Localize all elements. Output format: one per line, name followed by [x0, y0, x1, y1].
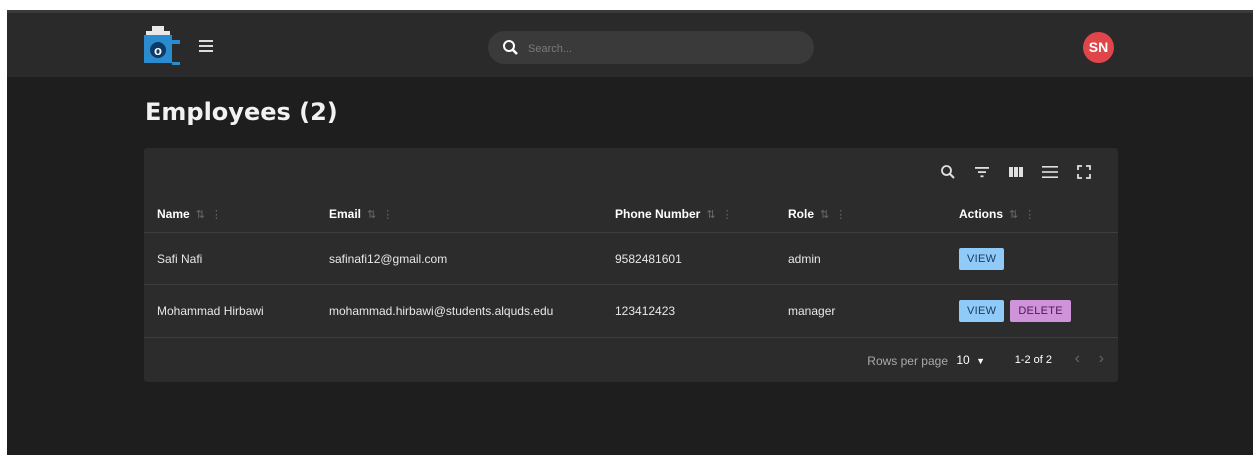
table-toolbar [938, 161, 1094, 183]
column-menu-icon[interactable]: ⋮ [382, 209, 393, 221]
density-button[interactable] [1040, 162, 1060, 182]
hamburger-menu-icon[interactable] [197, 38, 219, 54]
cell-phone: 9582481601 [602, 232, 775, 285]
top-app-bar: o SN [7, 13, 1253, 77]
pagination-range: 1-2 of 2 [1014, 354, 1052, 366]
view-button[interactable]: VIEW [959, 299, 1005, 322]
filter-icon [975, 167, 989, 178]
logo-icon: o [144, 26, 180, 65]
column-header-role[interactable]: Role ⇅ ⋮ [775, 196, 946, 233]
columns-icon [1009, 167, 1023, 177]
sort-icon[interactable]: ⇅ [706, 209, 715, 221]
view-button[interactable]: VIEW [959, 247, 1005, 270]
table-header-row: Name ⇅ ⋮ Email ⇅ ⋮ Phone Number ⇅ ⋮ Role ⇅ ⋮ Act… [144, 196, 1118, 233]
rows-per-page-label: Rows per page [867, 354, 948, 368]
search-input[interactable] [526, 37, 800, 60]
chevron-right-icon[interactable]: › [1099, 350, 1104, 368]
employees-table-card: Name ⇅ ⋮ Email ⇅ ⋮ Phone Number ⇅ ⋮ Role ⇅ ⋮ Act… [144, 148, 1118, 382]
employees-table: Name ⇅ ⋮ Email ⇅ ⋮ Phone Number ⇅ ⋮ Role ⇅ ⋮ Act… [144, 196, 1118, 336]
svg-text:o: o [154, 43, 162, 58]
column-menu-icon[interactable]: ⋮ [1024, 209, 1035, 221]
cell-email: safinafi12@gmail.com [316, 232, 602, 285]
density-icon [1042, 166, 1058, 178]
search-box[interactable] [488, 31, 814, 64]
table-row[interactable]: Mohammad Hirbawi mohammad.hirbawi@studen… [144, 284, 1118, 336]
app-logo[interactable]: o [144, 26, 182, 66]
cell-name: Safi Nafi [144, 232, 316, 285]
rows-per-page-select[interactable]: 10 ▼ [956, 353, 985, 367]
cell-actions: VIEW DELETE [946, 284, 1118, 336]
sort-icon[interactable]: ⇅ [820, 209, 829, 221]
cell-role: admin [775, 232, 946, 285]
column-header-phone[interactable]: Phone Number ⇅ ⋮ [602, 196, 775, 233]
cell-actions: VIEW [946, 232, 1118, 285]
filter-button[interactable] [972, 162, 992, 182]
delete-button[interactable]: DELETE [1010, 299, 1071, 322]
column-header-actions[interactable]: Actions ⇅ ⋮ [946, 196, 1118, 233]
columns-button[interactable] [1006, 162, 1026, 182]
app-window: o SN Employees (2) [7, 10, 1253, 455]
user-avatar[interactable]: SN [1083, 32, 1114, 63]
sort-icon[interactable]: ⇅ [367, 209, 376, 221]
cell-role: manager [775, 284, 946, 336]
page-title: Employees (2) [145, 98, 338, 126]
fullscreen-icon [1077, 165, 1091, 179]
table-row[interactable]: Safi Nafi safinafi12@gmail.com 958248160… [144, 232, 1118, 285]
search-icon [503, 40, 518, 55]
table-search-button[interactable] [938, 162, 958, 182]
cell-email: mohammad.hirbawi@students.alquds.edu [316, 284, 602, 336]
search-icon [941, 165, 955, 179]
sort-icon[interactable]: ⇅ [1009, 209, 1018, 221]
column-menu-icon[interactable]: ⋮ [722, 209, 733, 221]
column-menu-icon[interactable]: ⋮ [835, 209, 846, 221]
table-pagination: Rows per page 10 ▼ 1-2 of 2 ‹ › [144, 337, 1118, 383]
sort-icon[interactable]: ⇅ [196, 209, 205, 221]
cell-phone: 123412423 [602, 284, 775, 336]
caret-down-icon: ▼ [976, 356, 985, 366]
cell-name: Mohammad Hirbawi [144, 284, 316, 336]
column-menu-icon[interactable]: ⋮ [211, 209, 222, 221]
column-header-name[interactable]: Name ⇅ ⋮ [144, 196, 316, 233]
fullscreen-button[interactable] [1074, 162, 1094, 182]
column-header-email[interactable]: Email ⇅ ⋮ [316, 196, 602, 233]
chevron-left-icon[interactable]: ‹ [1075, 350, 1080, 368]
